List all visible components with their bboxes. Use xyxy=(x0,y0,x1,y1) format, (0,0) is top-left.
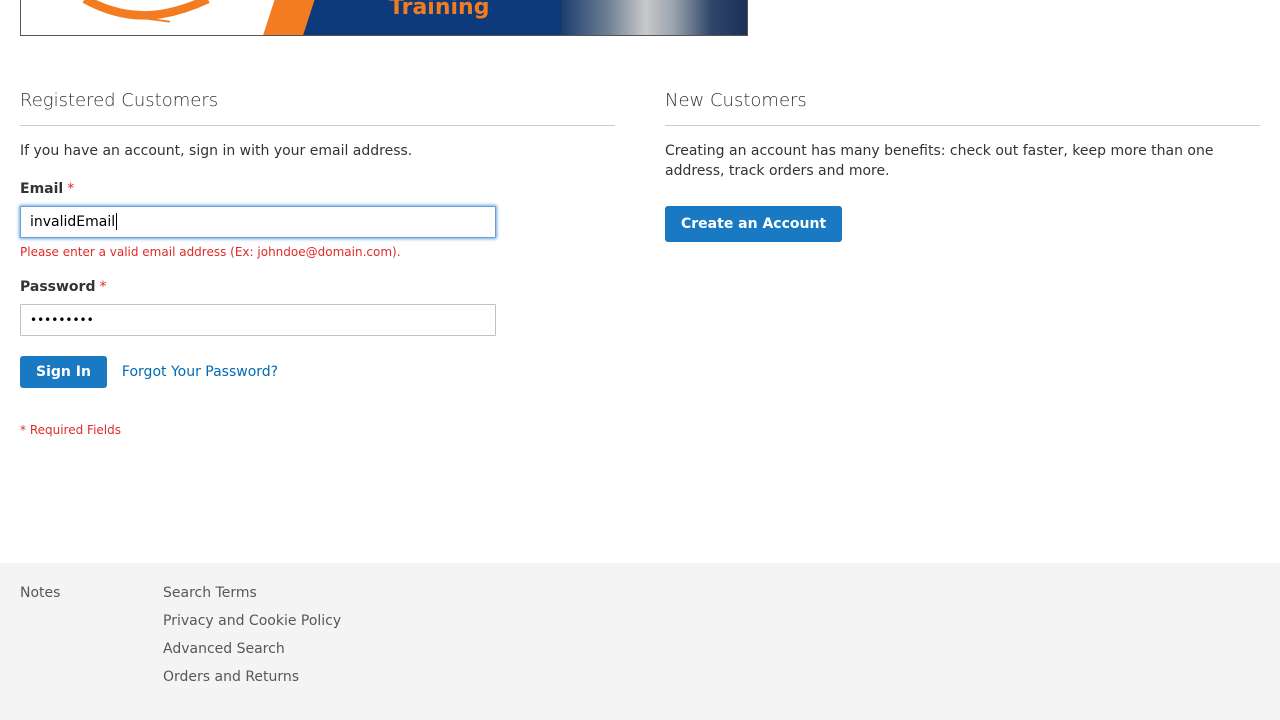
password-field-value: ••••••••• xyxy=(30,312,94,327)
footer-column-2: Search Terms Privacy and Cookie Policy A… xyxy=(163,583,341,695)
banner-photo xyxy=(561,0,747,35)
footer-link-privacy-policy[interactable]: Privacy and Cookie Policy xyxy=(163,611,341,631)
email-error-message: Please enter a valid email address (Ex: … xyxy=(20,244,401,259)
password-label-text: Password xyxy=(20,278,96,295)
text-caret xyxy=(116,213,118,231)
page-footer: Notes Search Terms Privacy and Cookie Po… xyxy=(0,563,1280,720)
footer-link-advanced-search[interactable]: Advanced Search xyxy=(163,639,341,659)
create-account-button[interactable]: Create an Account xyxy=(665,205,843,242)
banner-logo-area xyxy=(21,0,281,35)
registered-customers-title: Registered Customers xyxy=(20,90,615,126)
promo-banner[interactable]: Training xyxy=(20,0,748,36)
required-star: * xyxy=(67,180,75,197)
new-customers-intro-text: Creating an account has many benefits: c… xyxy=(665,142,1214,179)
new-customers-block: New Customers Creating an account has ma… xyxy=(665,90,1260,242)
banner-swoosh-graphic xyxy=(82,0,210,23)
sign-in-button[interactable]: Sign In xyxy=(20,355,107,388)
login-actions: Sign In Forgot Your Password? xyxy=(20,355,615,388)
footer-link-search-terms[interactable]: Search Terms xyxy=(163,583,341,603)
footer-link-notes[interactable]: Notes xyxy=(20,583,60,603)
password-label: Password * xyxy=(20,279,615,295)
required-star: * xyxy=(99,278,107,295)
new-customers-title: New Customers xyxy=(665,90,1260,126)
email-field[interactable]: invalidEmail xyxy=(20,205,496,238)
forgot-password-link[interactable]: Forgot Your Password? xyxy=(122,364,278,380)
password-field[interactable]: ••••••••• xyxy=(20,303,496,336)
required-fields-note: * Required Fields xyxy=(20,422,121,437)
banner-text: Training xyxy=(389,0,490,20)
registered-intro-text: If you have an account, sign in with you… xyxy=(20,142,413,159)
footer-link-orders-returns[interactable]: Orders and Returns xyxy=(163,667,341,687)
footer-column-1: Notes xyxy=(20,583,60,611)
email-label-text: Email xyxy=(20,180,64,197)
registered-customers-block: Registered Customers If you have an acco… xyxy=(20,90,615,437)
email-field-value: invalidEmail xyxy=(30,213,116,230)
email-label: Email * xyxy=(20,181,615,197)
